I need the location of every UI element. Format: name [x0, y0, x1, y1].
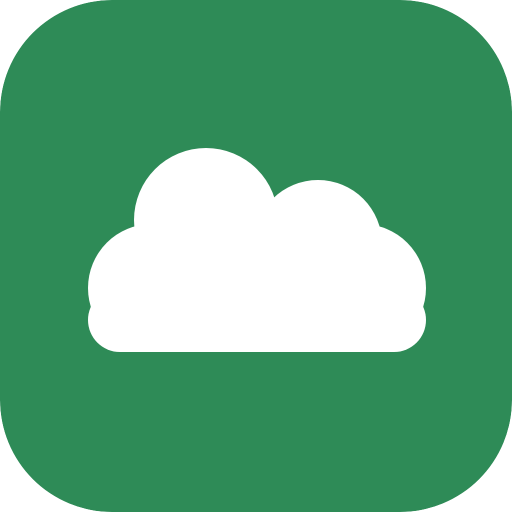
cloud-icon-graphic [0, 0, 512, 512]
cloud-app-icon[interactable] [0, 0, 512, 512]
